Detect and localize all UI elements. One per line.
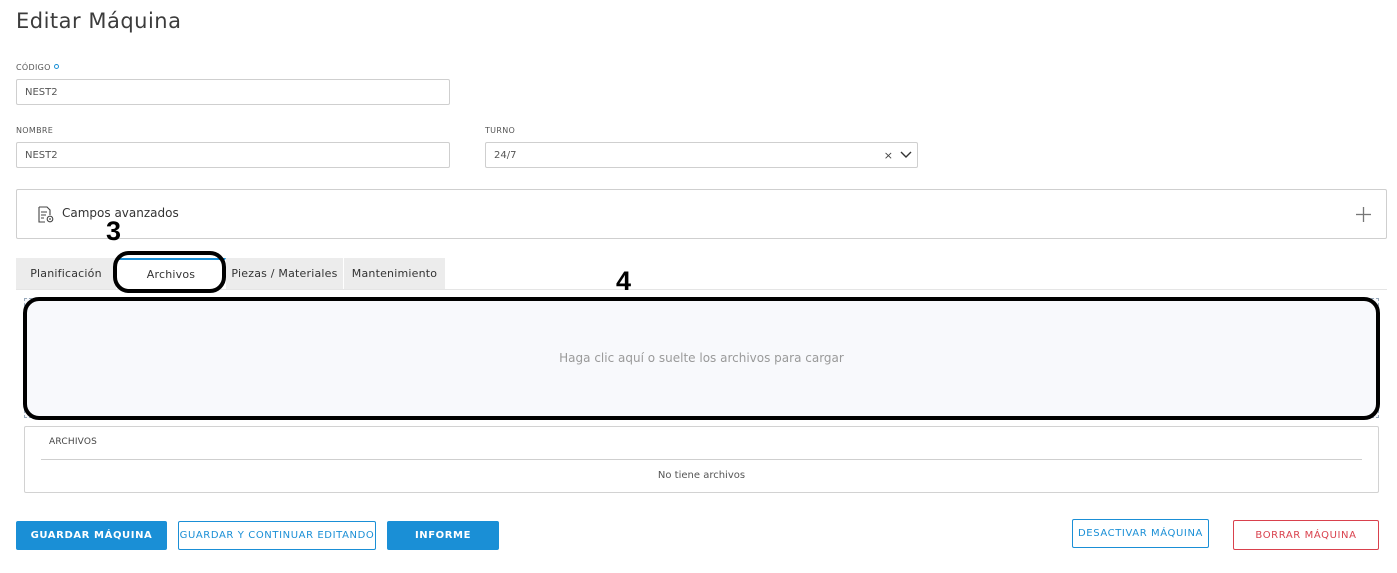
- dropzone-text: Haga clic aquí o suelte los archivos par…: [559, 351, 844, 365]
- page-title: Editar Máquina: [16, 9, 182, 33]
- tab-planificacion[interactable]: Planificación: [16, 258, 117, 289]
- advanced-fields-panel[interactable]: Campos avanzados: [16, 189, 1387, 239]
- files-empty-message: No tiene archivos: [657, 470, 746, 481]
- chevron-down-icon[interactable]: [900, 150, 912, 160]
- turno-value: 24/7: [494, 149, 517, 161]
- plus-icon[interactable]: [1355, 206, 1372, 223]
- files-panel: ARCHIVOS No tiene archivos: [24, 426, 1379, 493]
- file-dropzone[interactable]: Haga clic aquí o suelte los archivos par…: [24, 298, 1379, 418]
- delete-button[interactable]: BORRAR MÁQUINA: [1233, 520, 1379, 550]
- files-header: ARCHIVOS: [49, 437, 98, 447]
- nombre-input[interactable]: NEST2: [16, 142, 450, 168]
- required-indicator-icon: [53, 64, 59, 69]
- deactivate-button[interactable]: DESACTIVAR MÁQUINA: [1072, 519, 1209, 548]
- codigo-input[interactable]: NEST2: [16, 79, 450, 105]
- tab-mantenimiento[interactable]: Mantenimiento: [344, 258, 446, 289]
- annotation-number-3: 3: [106, 216, 122, 246]
- document-settings-icon: [38, 206, 54, 223]
- turno-label: TURNO: [485, 126, 516, 135]
- save-button[interactable]: GUARDAR MÁQUINA: [16, 521, 167, 550]
- report-button[interactable]: INFORME: [387, 521, 499, 550]
- annotation-number-4: 4: [616, 266, 632, 296]
- turno-select[interactable]: 24/7 ×: [485, 142, 918, 168]
- codigo-value: NEST2: [25, 86, 58, 98]
- tabs-divider: [16, 289, 1387, 290]
- nombre-value: NEST2: [25, 149, 58, 161]
- tab-archivos[interactable]: Archivos: [117, 258, 226, 289]
- codigo-label: CÓDIGO: [16, 63, 59, 72]
- files-divider: [41, 459, 1362, 460]
- save-continue-button[interactable]: GUARDAR Y CONTINUAR EDITANDO: [178, 521, 376, 550]
- tab-piezas-materiales[interactable]: Piezas / Materiales: [226, 258, 344, 289]
- clear-icon[interactable]: ×: [884, 149, 893, 162]
- tab-bar: Planificación Archivos Piezas / Material…: [16, 258, 446, 289]
- nombre-label: NOMBRE: [16, 126, 54, 135]
